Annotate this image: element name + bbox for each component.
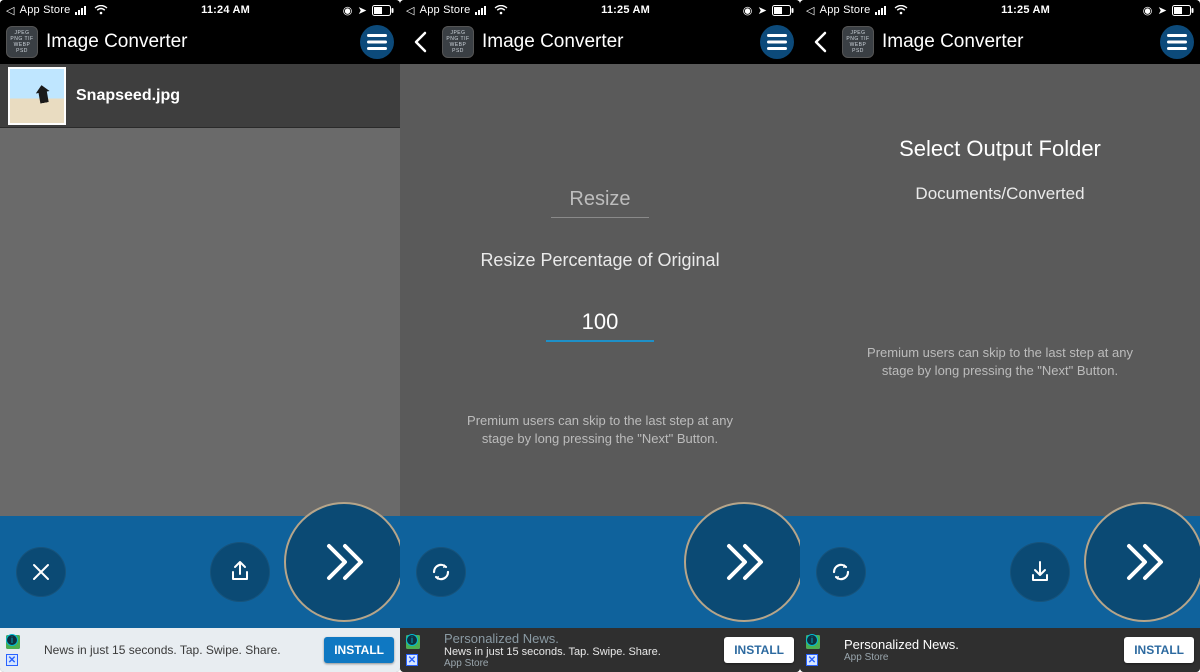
battery-icon	[772, 5, 794, 16]
app-title: Image Converter	[46, 31, 352, 53]
signal-icon	[875, 5, 889, 15]
refresh-button[interactable]	[816, 547, 866, 597]
battery-icon	[372, 5, 394, 16]
signal-icon	[75, 5, 89, 15]
ad-text: Personalized News. App Store	[844, 637, 1116, 663]
ad-close-icon[interactable]: ✕	[406, 654, 418, 666]
ad-icon: i ✕	[406, 635, 436, 665]
app-title: Image Converter	[882, 31, 1152, 53]
file-thumbnail	[8, 67, 66, 125]
ad-banner[interactable]: i ✕ Personalized News. App Store INSTALL	[800, 628, 1200, 672]
back-to-appstore-label[interactable]: App Store	[420, 4, 471, 16]
back-to-appstore-label[interactable]: App Store	[20, 4, 71, 16]
resize-dropdown[interactable]: Resize	[551, 184, 648, 218]
ad-install-button[interactable]: INSTALL	[1124, 637, 1194, 663]
ad-install-button[interactable]: INSTALL	[324, 637, 394, 663]
signal-icon	[475, 5, 489, 15]
file-name: Snapseed.jpg	[76, 87, 180, 105]
next-button[interactable]	[1084, 502, 1200, 622]
ad-banner[interactable]: i ✕ News in just 15 seconds. Tap. Swipe.…	[0, 628, 400, 672]
menu-button[interactable]	[760, 25, 794, 59]
next-button[interactable]	[284, 502, 400, 622]
status-time: 11:25 AM	[601, 4, 650, 16]
app-icon: JPEGPNG TIFWEBPPSD	[6, 26, 38, 58]
next-button[interactable]	[684, 502, 800, 622]
share-button[interactable]	[210, 542, 270, 602]
wifi-icon	[94, 5, 108, 15]
alarm-icon: ◉	[743, 4, 753, 17]
output-folder-title: Select Output Folder	[899, 136, 1101, 162]
action-bar	[400, 516, 800, 628]
premium-hint: Premium users can skip to the last step …	[850, 344, 1150, 380]
file-row[interactable]: Snapseed.jpg	[0, 64, 400, 128]
back-to-appstore[interactable]: ◁	[406, 4, 415, 17]
status-bar: ◁ App Store 11:25 AM ◉ ➤	[400, 0, 800, 20]
resize-body: Resize Resize Percentage of Original 100…	[400, 64, 800, 516]
action-bar	[0, 516, 400, 628]
app-title: Image Converter	[482, 31, 752, 53]
back-button[interactable]	[806, 28, 834, 56]
back-button[interactable]	[406, 28, 434, 56]
ad-install-button[interactable]: INSTALL	[724, 637, 794, 663]
status-bar: ◁ App Store 11:24 AM ◉ ➤	[0, 0, 400, 20]
ad-icon: i ✕	[806, 635, 836, 665]
app-icon: JPEGPNG TIFWEBPPSD	[442, 26, 474, 58]
app-navbar: JPEGPNG TIFWEBPPSD Image Converter	[400, 20, 800, 64]
ad-text: News in just 15 seconds. Tap. Swipe. Sha…	[44, 643, 316, 657]
ad-info-icon[interactable]: i	[806, 634, 818, 646]
app-navbar: JPEGPNG TIFWEBPPSD Image Converter	[800, 20, 1200, 64]
action-bar	[800, 516, 1200, 628]
app-navbar: JPEGPNG TIFWEBPPSD Image Converter	[0, 20, 400, 64]
wifi-icon	[494, 5, 508, 15]
resize-description: Resize Percentage of Original	[480, 250, 719, 271]
back-to-appstore-label[interactable]: App Store	[820, 4, 871, 16]
file-list-body	[0, 128, 400, 516]
ad-close-icon[interactable]: ✕	[6, 654, 18, 666]
output-body: Select Output Folder Documents/Converted…	[800, 64, 1200, 516]
screen-output-folder: ◁ App Store 11:25 AM ◉ ➤ JPEGPNG TIFWEBP…	[800, 0, 1200, 672]
ad-banner[interactable]: i ✕ Personalized News. News in just 15 s…	[400, 628, 800, 672]
ad-info-icon[interactable]: i	[406, 634, 418, 646]
ad-text: Personalized News. News in just 15 secon…	[444, 631, 716, 669]
screen-file-list: ◁ App Store 11:24 AM ◉ ➤ JPEGPNG TIF	[0, 0, 400, 672]
close-button[interactable]	[16, 547, 66, 597]
back-to-appstore[interactable]: ◁	[6, 4, 15, 17]
location-icon: ➤	[358, 4, 367, 17]
status-bar: ◁ App Store 11:25 AM ◉ ➤	[800, 0, 1200, 20]
location-icon: ➤	[758, 4, 767, 17]
output-folder-path[interactable]: Documents/Converted	[915, 184, 1084, 204]
location-icon: ➤	[1158, 4, 1167, 17]
ad-close-icon[interactable]: ✕	[806, 654, 818, 666]
status-time: 11:25 AM	[1001, 4, 1050, 16]
premium-hint: Premium users can skip to the last step …	[450, 412, 750, 448]
screen-resize: ◁ App Store 11:25 AM ◉ ➤ JPEGPNG TIFWEBP…	[400, 0, 800, 672]
ad-info-icon[interactable]: i	[6, 634, 18, 646]
download-button[interactable]	[1010, 542, 1070, 602]
status-time: 11:24 AM	[201, 4, 250, 16]
back-to-appstore[interactable]: ◁	[806, 4, 815, 17]
menu-button[interactable]	[360, 25, 394, 59]
resize-value-input[interactable]: 100	[546, 305, 655, 342]
alarm-icon: ◉	[1143, 4, 1153, 17]
refresh-button[interactable]	[416, 547, 466, 597]
ad-icon: i ✕	[6, 635, 36, 665]
menu-button[interactable]	[1160, 25, 1194, 59]
alarm-icon: ◉	[343, 4, 353, 17]
battery-icon	[1172, 5, 1194, 16]
wifi-icon	[894, 5, 908, 15]
app-icon: JPEGPNG TIFWEBPPSD	[842, 26, 874, 58]
